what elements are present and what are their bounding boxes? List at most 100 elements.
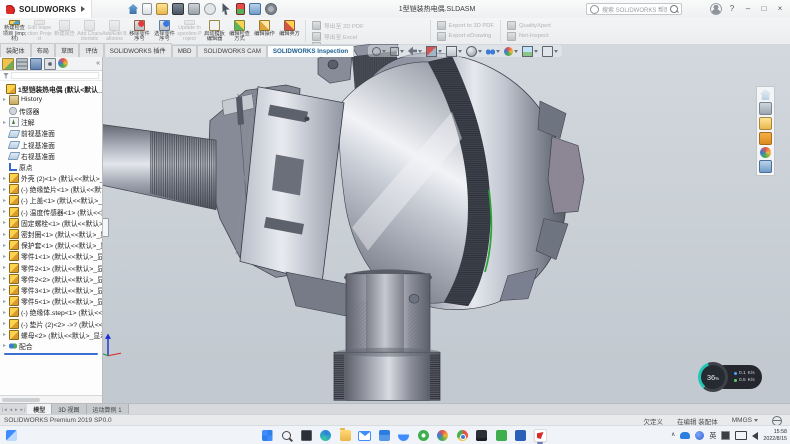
ribbon-button[interactable]: Add Characteristic xyxy=(77,19,102,43)
expand-arrow-icon[interactable]: ▸ xyxy=(2,309,7,316)
filter-input[interactable] xyxy=(11,72,99,79)
ime-icon[interactable] xyxy=(721,431,730,440)
tree-item[interactable]: 原点 xyxy=(0,161,102,172)
taskbar-item[interactable] xyxy=(377,429,391,443)
help-icon[interactable]: ? xyxy=(724,2,740,16)
scrollbar-thumb[interactable] xyxy=(2,398,40,402)
usage-ring[interactable]: 36% xyxy=(698,362,728,392)
open-icon[interactable] xyxy=(156,3,168,15)
search-box[interactable]: 搜索 SOLIDWORKS 帮助 xyxy=(586,3,682,15)
tree-item[interactable]: 前视基准面 xyxy=(0,128,102,139)
taskbar-item[interactable] xyxy=(455,429,469,443)
expand-arrow-icon[interactable]: ▸ xyxy=(2,342,7,349)
expand-arrow-icon[interactable]: ▸ xyxy=(2,242,7,249)
dropdown-caret-icon[interactable] xyxy=(458,50,462,53)
expand-arrow-icon[interactable]: ▸ xyxy=(2,320,7,327)
hide-show-items-icon[interactable] xyxy=(486,47,495,56)
expand-arrow-icon[interactable]: ▸ xyxy=(2,119,7,126)
taskbar-item[interactable] xyxy=(416,429,430,443)
taskbar-clock[interactable]: 15:58 2022/8/15 xyxy=(763,429,787,442)
tree-item[interactable]: ▸ 螺母<2> (默认<<默认>_显示状态 xyxy=(0,329,102,340)
file-properties-icon[interactable] xyxy=(249,3,261,15)
view-orientation-icon[interactable] xyxy=(446,46,457,57)
expand-arrow-icon[interactable]: ▸ xyxy=(2,186,7,193)
tree-item[interactable]: ▸ 零件1<1> (默认<<默认>_显示状态 xyxy=(0,251,102,262)
tree-item[interactable]: ▸ 零件2<1> (默认<<默认>_显示状态 xyxy=(0,262,102,273)
new-document-icon[interactable] xyxy=(142,3,152,15)
tree-item[interactable]: ▸ 密封圈<1> (默认<<默认>_显示状 xyxy=(0,228,102,239)
taskbar-item[interactable] xyxy=(299,429,313,443)
ribbon-button[interactable]: 编辑卖方 xyxy=(277,19,302,43)
taskbar-item[interactable] xyxy=(338,429,352,443)
configurationmanager-tab-icon[interactable] xyxy=(30,58,42,70)
rebuild-icon[interactable] xyxy=(236,3,245,15)
rollback-bar[interactable] xyxy=(4,353,98,355)
login-icon[interactable] xyxy=(710,3,722,15)
tree-item[interactable]: ▸ (-) 垫片 (2)<2> ->? (默认<<默认> xyxy=(0,318,102,329)
command-tab[interactable]: MBD xyxy=(172,45,198,57)
expand-arrow-icon[interactable]: ▸ xyxy=(2,231,7,238)
prev-tab-icon[interactable]: ◄ xyxy=(9,407,13,412)
tree-item[interactable]: ▸ (-) 绝缘体.step<1> (默认<<默认> xyxy=(0,307,102,318)
export-menu-item[interactable]: Net-Inspect xyxy=(507,32,551,41)
command-tab[interactable]: SOLIDWORKS Inspection xyxy=(267,45,354,57)
taskbar-item[interactable] xyxy=(436,429,450,443)
menu-expand-icon[interactable] xyxy=(81,6,85,12)
zoom-to-area-icon[interactable] xyxy=(390,47,399,56)
security-icon[interactable] xyxy=(695,431,704,440)
tree-item[interactable]: ▸ (-) 绝缘垫片<1> (默认<<默认>_显 xyxy=(0,184,102,195)
unit-system-selector[interactable]: MMGS xyxy=(732,417,758,424)
expand-arrow-icon[interactable]: ▸ xyxy=(2,96,7,103)
expand-arrow-icon[interactable]: ▸ xyxy=(2,208,7,215)
ribbon-button[interactable]: 启动模板编辑器 xyxy=(202,19,227,43)
featuremanager-tab-icon[interactable] xyxy=(2,58,14,70)
previous-view-icon[interactable] xyxy=(408,47,417,56)
search-icon[interactable] xyxy=(670,5,678,13)
model-canvas[interactable] xyxy=(0,44,790,403)
tree-item[interactable]: ▸ 保护套<1> (默认<<默认>_显示状 xyxy=(0,240,102,251)
dimxpertmanager-tab-icon[interactable] xyxy=(44,58,56,70)
section-view-icon[interactable] xyxy=(426,46,437,57)
ribbon-button[interactable]: 选择零件序号 xyxy=(152,19,177,43)
net-speed-widget[interactable]: 0.1 K/s 0.5 K/s 36% xyxy=(698,362,762,392)
ribbon-button[interactable]: 编辑检查方式 xyxy=(227,19,252,43)
custom-properties-icon[interactable] xyxy=(759,160,772,173)
ribbon-button[interactable]: 编辑操作 xyxy=(252,19,277,43)
apply-scene-icon[interactable] xyxy=(522,46,533,57)
ribbon-button[interactable]: 新建报告 xyxy=(52,19,77,43)
tray-expand-icon[interactable]: ∧ xyxy=(671,428,675,443)
select-icon[interactable] xyxy=(220,3,232,15)
tree-item[interactable]: 上视基准面 xyxy=(0,139,102,150)
undo-icon[interactable] xyxy=(204,3,216,15)
volume-icon[interactable] xyxy=(752,432,758,440)
zoom-to-fit-icon[interactable] xyxy=(372,47,381,56)
export-menu-item[interactable]: 导出至 Excel xyxy=(312,32,424,41)
edit-appearance-icon[interactable] xyxy=(504,47,513,56)
ribbon-button[interactable]: Edit Inspection Project xyxy=(27,19,52,43)
taskbar-item[interactable] xyxy=(4,429,18,443)
command-tab[interactable]: 评估 xyxy=(79,43,103,57)
tree-item[interactable]: 传感器 xyxy=(0,105,102,116)
tree-item[interactable]: ▸ 零件5<1> (默认<<默认>_显示状态 xyxy=(0,296,102,307)
dropdown-caret-icon[interactable] xyxy=(554,50,558,53)
dropdown-caret-icon[interactable] xyxy=(514,50,518,53)
design-library-icon[interactable] xyxy=(759,102,772,115)
solidworks-resources-icon[interactable] xyxy=(760,89,771,100)
taskbar-item[interactable] xyxy=(494,429,508,443)
displaymanager-tab-icon[interactable] xyxy=(58,58,68,68)
expand-arrow-icon[interactable]: ▸ xyxy=(2,175,7,182)
expand-arrow-icon[interactable]: ▸ xyxy=(2,197,7,204)
tree-item[interactable]: ▸ 注解 xyxy=(0,117,102,128)
taskbar-item[interactable] xyxy=(514,429,528,443)
close-icon[interactable]: × xyxy=(772,2,788,16)
command-tab[interactable]: 草图 xyxy=(55,43,79,57)
language-indicator[interactable]: 英 xyxy=(709,431,716,441)
minimize-icon[interactable]: – xyxy=(740,2,756,16)
dropdown-caret-icon[interactable] xyxy=(438,50,442,53)
export-menu-item[interactable]: 导出至 2D PDF xyxy=(312,21,424,30)
tree-horizontal-scrollbar[interactable] xyxy=(0,395,102,403)
ribbon-button[interactable]: 移除零件序号 xyxy=(127,19,152,43)
taskbar-item[interactable] xyxy=(319,429,333,443)
taskbar-item[interactable] xyxy=(533,429,547,443)
web-help-icon[interactable] xyxy=(772,416,782,426)
